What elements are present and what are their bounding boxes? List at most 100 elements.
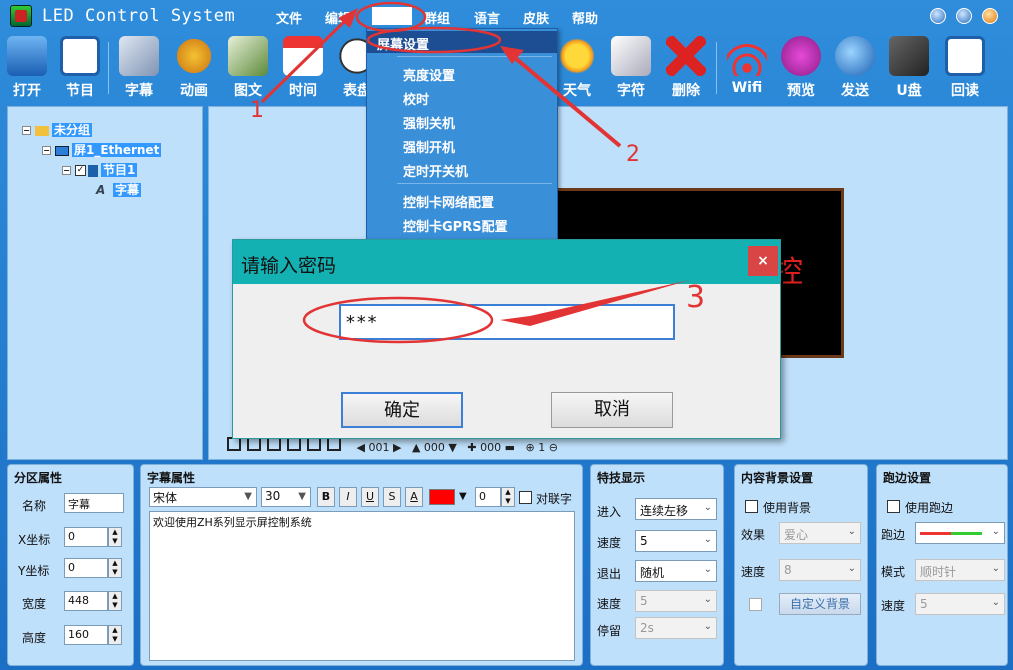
height-input[interactable]: 160 (64, 625, 108, 645)
prev-icon[interactable]: ◀ (357, 441, 365, 454)
align-icon[interactable] (247, 437, 261, 451)
chevron-down-icon: ⌄ (703, 621, 712, 632)
menu-file[interactable]: 文件 (276, 8, 302, 27)
tree-program[interactable]: − ✓ 节目1 (62, 161, 138, 178)
underline-button[interactable]: U (361, 487, 379, 507)
zone-name-input[interactable]: 字幕 (64, 493, 124, 513)
toolbar-program-button[interactable]: 节目 (55, 34, 105, 100)
menu-item-time-sync[interactable]: 校时 (403, 89, 429, 108)
background-speed-select[interactable]: 8 ⌄ (779, 559, 861, 581)
spacing-input[interactable]: 0 (475, 487, 501, 507)
width-spinner[interactable]: ▲ ▼ (108, 591, 122, 611)
x-spinner[interactable]: ▲ ▼ (108, 527, 122, 547)
chevron-down-icon: ⌄ (847, 526, 856, 537)
collapse-icon[interactable]: − (42, 146, 51, 155)
menu-item-network-config[interactable]: 控制卡网络配置 (403, 192, 494, 211)
y-spinner[interactable]: ▲ ▼ (108, 558, 122, 578)
stay-select[interactable]: 2s ⌄ (635, 617, 717, 639)
width-input[interactable]: 448 (64, 591, 108, 611)
exit-speed-select[interactable]: 5 ⌄ (635, 590, 717, 612)
subtitle-content-textarea[interactable]: 欢迎使用ZH系列显示屏控制系统 (149, 511, 575, 661)
toolbar-character-button[interactable]: 字符 (606, 34, 656, 100)
tree-screen[interactable]: − 屏1_Ethernet (42, 141, 162, 158)
text-color-button[interactable]: A (405, 487, 423, 507)
toolbar-subtitle-button[interactable]: 字幕 (114, 34, 164, 100)
border-style-select[interactable]: ⌄ (915, 522, 1005, 544)
align-icon[interactable] (267, 437, 281, 451)
italic-button[interactable]: I (339, 487, 357, 507)
enter-effect-select[interactable]: 连续左移 ⌄ (635, 498, 717, 520)
menu-item-gprs-config[interactable]: 控制卡GPRS配置 (403, 216, 508, 235)
custom-background-button[interactable]: 自定义背景 (779, 593, 861, 615)
toolbar-preview-button[interactable]: 预览 (776, 34, 826, 100)
menu-item-force-off[interactable]: 强制关机 (403, 113, 455, 132)
border-mode-select[interactable]: 顺时针 ⌄ (915, 559, 1005, 581)
tree-subtitle-item[interactable]: A 字幕 (96, 181, 142, 198)
menu-item-brightness[interactable]: 亮度设置 (403, 65, 455, 84)
toolbar-time-button[interactable]: 时间 (278, 34, 328, 100)
close-icon[interactable] (982, 8, 998, 24)
wifi-icon (727, 36, 767, 76)
ok-button[interactable]: 确定 (341, 392, 463, 428)
menu-item-screen-settings[interactable]: 屏幕设置 (377, 34, 429, 53)
toolbar-send-button[interactable]: 发送 (830, 34, 880, 100)
custom-background-checkbox[interactable] (749, 598, 762, 611)
maximize-icon[interactable] (956, 8, 972, 24)
cancel-button[interactable]: 取消 (551, 392, 673, 428)
toolbar-weather-button[interactable]: 天气 (552, 34, 602, 100)
zoom-out-icon[interactable]: ⊖ (549, 441, 558, 454)
x-input[interactable]: 0 (64, 527, 108, 547)
spacing-spinner[interactable]: ▲ ▼ (501, 487, 515, 507)
bold-button[interactable]: B (317, 487, 335, 507)
zoom-in-icon[interactable]: ⊕ (526, 441, 535, 454)
align-checkbox[interactable] (519, 491, 532, 504)
plus-icon[interactable]: ✚ (467, 441, 476, 454)
toolbar-image-text-button[interactable]: 图文 (223, 34, 273, 100)
password-input[interactable]: *** (339, 304, 675, 340)
toolbar-usb-button[interactable]: U盘 (884, 34, 934, 100)
font-select[interactable]: 宋体 ▼ (149, 487, 257, 507)
menu-edit[interactable]: 编辑 (325, 8, 351, 27)
align-icon[interactable] (227, 437, 241, 451)
annotation-label-2: 2 (626, 142, 640, 167)
enter-speed-select[interactable]: 5 ⌄ (635, 530, 717, 552)
chevron-down-icon[interactable]: ▼ (459, 491, 467, 502)
dialog-close-button[interactable]: × (748, 246, 778, 276)
menu-settings[interactable] (372, 7, 412, 25)
font-size-select[interactable]: 30 ▼ (261, 487, 311, 507)
strike-button[interactable]: S (383, 487, 401, 507)
align-icon[interactable] (327, 437, 341, 451)
y-input[interactable]: 0 (64, 558, 108, 578)
menu-item-force-on[interactable]: 强制开机 (403, 137, 455, 156)
menu-language[interactable]: 语言 (474, 8, 500, 27)
readback-icon (945, 36, 985, 76)
height-spinner[interactable]: ▲ ▼ (108, 625, 122, 645)
up-icon[interactable]: ▲ (412, 441, 420, 454)
checkbox-checked-icon[interactable]: ✓ (75, 165, 86, 176)
toolbar-animation-button[interactable]: 动画 (169, 34, 219, 100)
color-swatch[interactable] (429, 489, 455, 505)
toolbar-open-button[interactable]: 打开 (2, 34, 52, 100)
collapse-icon[interactable]: − (62, 166, 71, 175)
use-border-checkbox[interactable] (887, 500, 900, 513)
border-speed-select[interactable]: 5 ⌄ (915, 593, 1005, 615)
use-background-checkbox[interactable] (745, 500, 758, 513)
menu-skin[interactable]: 皮肤 (523, 8, 549, 27)
menu-item-timer-power[interactable]: 定时开关机 (403, 161, 468, 180)
toolbar-wifi-button[interactable]: Wifi (722, 34, 772, 100)
subtitle-icon: A (96, 183, 106, 197)
minimize-icon[interactable] (930, 8, 946, 24)
next-icon[interactable]: ▶ (393, 441, 401, 454)
menu-group[interactable]: 群组 (424, 8, 450, 27)
toolbar-readback-button[interactable]: 回读 (940, 34, 990, 100)
align-icon[interactable] (307, 437, 321, 451)
tree-group[interactable]: − 未分组 (22, 121, 93, 138)
minus-icon[interactable]: ▬ (505, 441, 515, 454)
toolbar-delete-button[interactable]: 删除 (661, 34, 711, 100)
down-icon[interactable]: ▼ (448, 441, 456, 454)
collapse-icon[interactable]: − (22, 126, 31, 135)
exit-effect-select[interactable]: 随机 ⌄ (635, 560, 717, 582)
background-effect-select[interactable]: 爱心 ⌄ (779, 522, 861, 544)
menu-help[interactable]: 帮助 (572, 8, 598, 27)
align-icon[interactable] (287, 437, 301, 451)
